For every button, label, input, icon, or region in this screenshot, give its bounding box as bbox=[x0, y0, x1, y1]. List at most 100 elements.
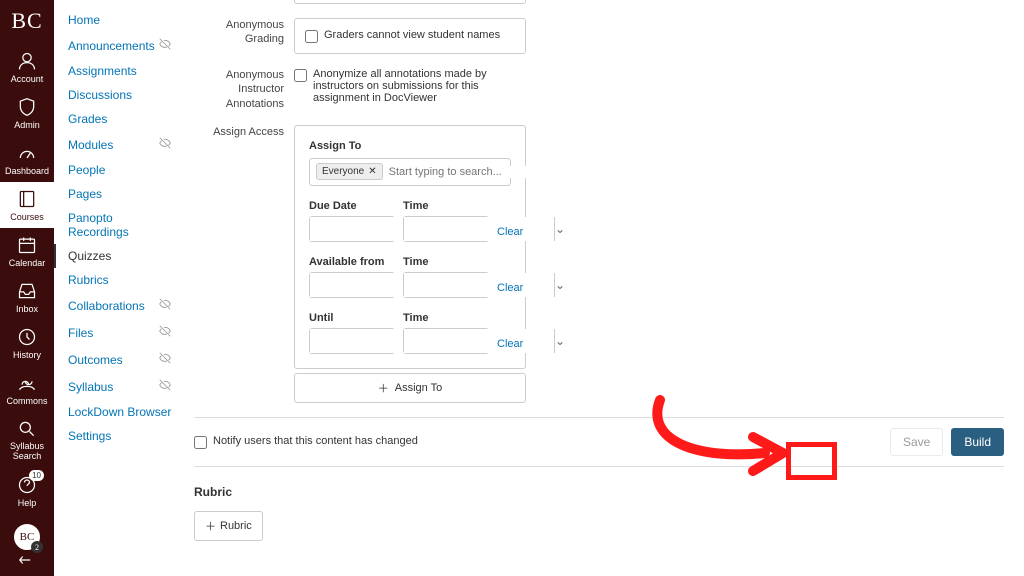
assign-tag[interactable]: Everyone✕ bbox=[316, 163, 383, 180]
notify-text: Notify users that this content has chang… bbox=[213, 435, 418, 447]
anon-grading-label: Anonymous Grading bbox=[194, 18, 294, 54]
global-nav: BC Account Admin Dashboard Courses Calen… bbox=[0, 0, 54, 576]
expand-nav-icon[interactable] bbox=[16, 553, 34, 572]
plus-icon: ＋ bbox=[205, 518, 216, 534]
course-nav-label: Collaborations bbox=[68, 299, 145, 313]
main-content: Anonymous Grading Graders cannot view st… bbox=[184, 0, 1024, 576]
course-nav-pages[interactable]: Pages bbox=[54, 182, 184, 206]
anon-instr-checkbox[interactable]: Anonymize all annotations made by instru… bbox=[294, 68, 526, 104]
nav-label: History bbox=[13, 350, 41, 360]
nav-courses[interactable]: Courses bbox=[0, 182, 54, 228]
notify-checkbox[interactable]: Notify users that this content has chang… bbox=[194, 435, 418, 449]
save-button[interactable]: Save bbox=[890, 428, 943, 456]
clear-due[interactable]: Clear bbox=[497, 226, 523, 242]
course-nav-lockdown-browser[interactable]: LockDown Browser bbox=[54, 400, 184, 424]
until-time-input[interactable]: ⌄ bbox=[403, 328, 489, 354]
nav-help[interactable]: Help bbox=[0, 468, 54, 514]
nav-label: Help bbox=[18, 498, 37, 508]
course-nav-announcements[interactable]: Announcements bbox=[54, 32, 184, 59]
until-date-input[interactable]: ▦ bbox=[309, 328, 395, 354]
course-nav-settings[interactable]: Settings bbox=[54, 424, 184, 448]
anon-grading-checkbox[interactable]: Graders cannot view student names bbox=[305, 29, 515, 43]
course-nav-label: Announcements bbox=[68, 39, 155, 53]
hidden-icon bbox=[158, 297, 172, 314]
nav-commons[interactable]: Commons bbox=[0, 366, 54, 412]
avatar[interactable]: BC bbox=[12, 522, 42, 552]
nav-calendar[interactable]: Calendar bbox=[0, 228, 54, 274]
course-nav-grades[interactable]: Grades bbox=[54, 107, 184, 131]
build-button[interactable]: Build bbox=[951, 428, 1004, 456]
nav-admin[interactable]: Admin bbox=[0, 90, 54, 136]
anon-instr-label: Anonymous Instructor Annotations bbox=[194, 68, 294, 111]
nav-syllabus-search[interactable]: Syllabus Search bbox=[0, 412, 54, 468]
hidden-icon bbox=[158, 324, 172, 341]
nav-label: Dashboard bbox=[5, 166, 49, 176]
add-assign-to-button[interactable]: ＋Assign To bbox=[294, 373, 526, 403]
course-nav-label: Pages bbox=[68, 187, 102, 201]
nav-inbox[interactable]: Inbox bbox=[0, 274, 54, 320]
add-rubric-button[interactable]: ＋Rubric bbox=[194, 511, 263, 541]
clear-avail[interactable]: Clear bbox=[497, 282, 523, 298]
nav-dashboard[interactable]: Dashboard bbox=[0, 136, 54, 182]
help-icon bbox=[16, 474, 38, 496]
until-label: Until bbox=[309, 312, 395, 324]
course-nav-label: Syllabus bbox=[68, 380, 113, 394]
calendar-icon bbox=[16, 234, 38, 256]
assign-search[interactable] bbox=[389, 166, 531, 178]
hidden-icon bbox=[158, 136, 172, 153]
time-label: Time bbox=[403, 200, 489, 212]
plus-icon: ＋ bbox=[378, 380, 389, 396]
close-icon[interactable]: ✕ bbox=[368, 166, 376, 177]
search-icon bbox=[16, 418, 38, 440]
course-nav-assignments[interactable]: Assignments bbox=[54, 59, 184, 83]
gauge-icon bbox=[16, 142, 38, 164]
course-nav-syllabus[interactable]: Syllabus bbox=[54, 373, 184, 400]
assign-card: Assign To Everyone✕ Due Date ▦ Time ⌄ bbox=[294, 125, 526, 369]
nav-account[interactable]: Account bbox=[0, 44, 54, 90]
course-nav-label: Outcomes bbox=[68, 353, 123, 367]
course-nav-modules[interactable]: Modules bbox=[54, 131, 184, 158]
course-nav-discussions[interactable]: Discussions bbox=[54, 83, 184, 107]
assign-to-input[interactable]: Everyone✕ bbox=[309, 158, 511, 186]
rubric-heading: Rubric bbox=[194, 485, 1004, 499]
chevron-down-icon[interactable]: ⌄ bbox=[554, 217, 565, 241]
course-nav-label: Rubrics bbox=[68, 273, 109, 287]
time-label: Time bbox=[403, 312, 489, 324]
nav-history[interactable]: History bbox=[0, 320, 54, 366]
due-time-input[interactable]: ⌄ bbox=[403, 216, 489, 242]
course-nav-label: People bbox=[68, 163, 105, 177]
due-date-input[interactable]: ▦ bbox=[309, 216, 395, 242]
logo: BC bbox=[11, 0, 42, 44]
course-nav-label: Assignments bbox=[68, 64, 137, 78]
chevron-down-icon[interactable]: ⌄ bbox=[554, 329, 565, 353]
course-nav-outcomes[interactable]: Outcomes bbox=[54, 346, 184, 373]
anon-grading-text: Graders cannot view student names bbox=[324, 29, 500, 41]
hidden-icon bbox=[158, 37, 172, 54]
shield-icon bbox=[16, 96, 38, 118]
course-nav-label: Quizzes bbox=[68, 249, 111, 263]
avail-label: Available from bbox=[309, 256, 395, 268]
course-nav-label: Modules bbox=[68, 138, 113, 152]
inbox-icon bbox=[16, 280, 38, 302]
book-icon bbox=[16, 188, 38, 210]
course-nav-home[interactable]: Home bbox=[54, 8, 184, 32]
due-label: Due Date bbox=[309, 200, 395, 212]
course-nav-panopto-recordings[interactable]: Panopto Recordings bbox=[54, 206, 184, 244]
course-nav-label: Panopto Recordings bbox=[68, 211, 172, 239]
course-nav-rubrics[interactable]: Rubrics bbox=[54, 268, 184, 292]
nav-label: Account bbox=[11, 74, 44, 84]
course-nav-quizzes[interactable]: Quizzes bbox=[54, 244, 184, 268]
course-nav: Home Announcements Assignments Discussions G… bbox=[54, 0, 184, 576]
nav-label: Calendar bbox=[9, 258, 46, 268]
avail-time-input[interactable]: ⌄ bbox=[403, 272, 489, 298]
course-nav-label: Discussions bbox=[68, 88, 132, 102]
clock-icon bbox=[16, 326, 38, 348]
course-nav-people[interactable]: People bbox=[54, 158, 184, 182]
course-nav-files[interactable]: Files bbox=[54, 319, 184, 346]
nav-label: Inbox bbox=[16, 304, 38, 314]
avail-date-input[interactable]: ▦ bbox=[309, 272, 395, 298]
course-nav-collaborations[interactable]: Collaborations bbox=[54, 292, 184, 319]
chevron-down-icon[interactable]: ⌄ bbox=[554, 273, 565, 297]
clear-until[interactable]: Clear bbox=[497, 338, 523, 354]
nav-label: Commons bbox=[6, 396, 47, 406]
